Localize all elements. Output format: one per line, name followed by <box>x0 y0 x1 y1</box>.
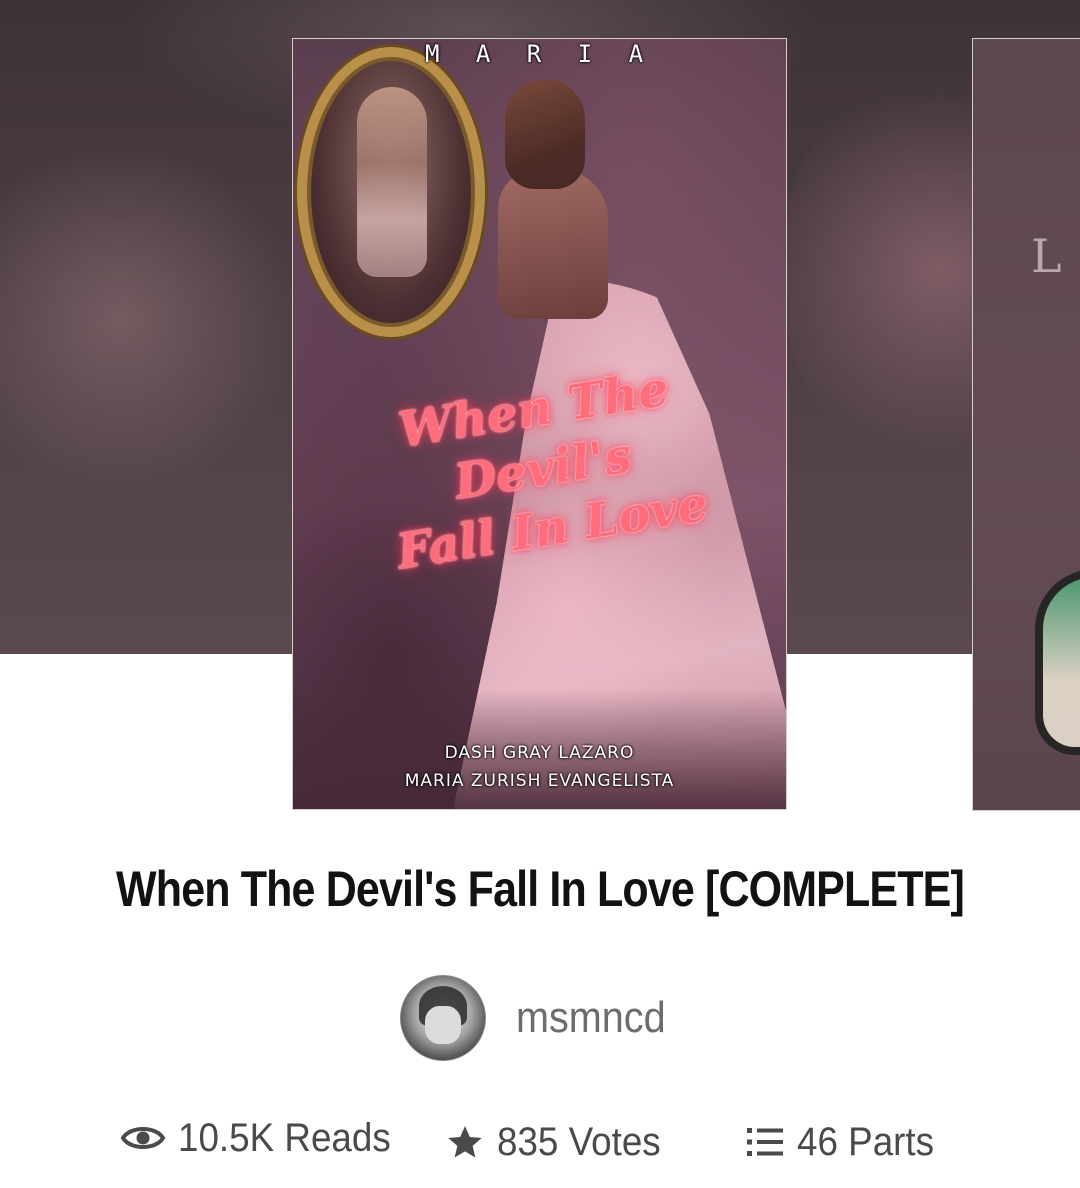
next-cover-title-fragment: L <box>1031 229 1062 283</box>
reads-count: 10.5K Reads <box>178 1115 391 1160</box>
cover-series-label: M A R I A <box>424 40 655 68</box>
reads-stat: 10.5K Reads <box>120 1106 409 1170</box>
cover-author-line: MARIA ZURISH EVANGELISTA <box>404 771 675 791</box>
story-cover[interactable]: M A R I A When The Devil's Fall In Love … <box>292 38 787 810</box>
list-icon <box>745 1124 785 1160</box>
cover-author-line: DASH GRAY LAZARO <box>444 743 635 763</box>
cover-figure-back <box>498 169 608 319</box>
parts-count: 46 Parts <box>797 1119 935 1164</box>
author-row[interactable]: msmncd <box>400 975 682 1061</box>
cover-authors: DASH GRAY LAZARO MARIA ZURISH EVANGELIST… <box>293 739 786 795</box>
story-title: When The Devil's Fall In Love [COMPLETE] <box>116 861 965 917</box>
author-username[interactable]: msmncd <box>516 993 666 1043</box>
votes-stat: 835 Votes <box>445 1110 675 1174</box>
cover-figure-head <box>505 79 585 189</box>
eye-icon <box>120 1121 166 1155</box>
story-stats: 10.5K Reads 835 Votes 46 Parts <box>0 1110 1080 1174</box>
cover-reflection <box>357 87 427 277</box>
avatar-face <box>425 1006 461 1044</box>
star-icon <box>445 1122 485 1162</box>
backdrop-blur-shape <box>0 140 300 500</box>
cover-mirror-image <box>297 47 485 337</box>
next-cover-illustration <box>1035 569 1080 755</box>
next-story-cover[interactable]: L <box>972 38 1080 811</box>
author-avatar[interactable] <box>400 975 486 1061</box>
votes-count: 835 Votes <box>497 1119 661 1164</box>
parts-stat: 46 Parts <box>745 1110 946 1174</box>
